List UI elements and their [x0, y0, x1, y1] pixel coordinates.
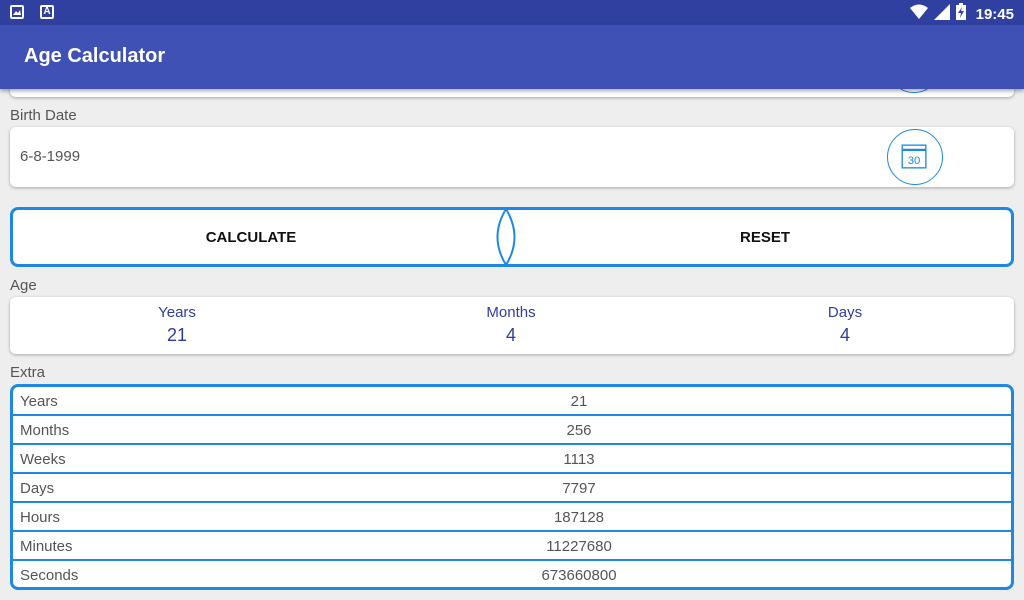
divider-oval-icon [496, 207, 516, 267]
extra-label: Extra [10, 364, 46, 381]
image-icon [10, 5, 24, 19]
row-label: Hours [20, 509, 61, 526]
signal-icon [933, 3, 950, 25]
status-time: 19:45 [975, 5, 1014, 23]
table-row: Minutes 11227680 [13, 532, 1011, 561]
row-label: Weeks [20, 451, 66, 468]
age-card: Years 21 Months 4 Days 4 [10, 297, 1014, 354]
wifi-icon [909, 4, 928, 25]
age-label: Age [10, 277, 37, 294]
age-years: Years 21 [10, 304, 344, 346]
row-value: 1113 [563, 451, 595, 468]
row-label: Minutes [20, 538, 73, 555]
age-years-value: 21 [166, 325, 188, 345]
age-months-value: 4 [505, 325, 516, 345]
calendar-button[interactable]: 30 [887, 129, 943, 185]
calendar-icon: 30 [901, 144, 927, 169]
table-row: Years 21 [13, 387, 1011, 416]
row-label: Months [20, 422, 70, 439]
age-days-value: 4 [839, 325, 850, 345]
row-label: Years [20, 393, 58, 410]
age-months: Months 4 [344, 304, 678, 346]
previous-date-card [10, 89, 1014, 97]
row-value: 11227680 [546, 538, 612, 555]
birth-date-card: 6-8-1999 30 [10, 127, 1014, 187]
row-value: 7797 [562, 480, 596, 497]
birth-date-value[interactable]: 6-8-1999 [20, 148, 80, 165]
table-row: Seconds 673660800 [13, 561, 1011, 587]
age-months-header: Months [486, 304, 536, 321]
table-row: Weeks 1113 [13, 445, 1011, 474]
battery-charging-icon [955, 3, 966, 25]
status-bar: A 19:45 [0, 0, 1024, 25]
calendar-button-partial[interactable] [887, 89, 941, 93]
table-row: Hours 187128 [13, 503, 1011, 532]
age-days-header: Days [827, 304, 863, 321]
table-row: Months 256 [13, 416, 1011, 445]
row-value: 187128 [553, 509, 605, 526]
row-label: Seconds [20, 567, 79, 584]
row-value: 256 [566, 422, 592, 439]
action-card: CALCULATE RESET [10, 207, 1014, 267]
row-value: 21 [570, 393, 588, 410]
main-content[interactable]: Birth Date 6-8-1999 30 CALCULATE RESET A… [0, 89, 1024, 600]
app-bar: Age Calculator [0, 25, 1024, 89]
calendar-day-number: 30 [908, 155, 921, 167]
row-value: 673660800 [541, 567, 617, 584]
age-years-header: Years [158, 304, 196, 321]
age-days: Days 4 [678, 304, 1012, 346]
calculate-button[interactable]: CALCULATE [13, 210, 489, 264]
extra-table: Years 21 Months 256 Weeks 1113 Days 7797… [10, 384, 1014, 590]
table-row: Days 7797 [13, 474, 1011, 503]
birth-date-label: Birth Date [10, 107, 77, 124]
app-title: Age Calculator [24, 45, 166, 67]
reset-button[interactable]: RESET [527, 210, 1003, 264]
row-label: Days [20, 480, 55, 497]
a-icon: A [40, 5, 54, 19]
